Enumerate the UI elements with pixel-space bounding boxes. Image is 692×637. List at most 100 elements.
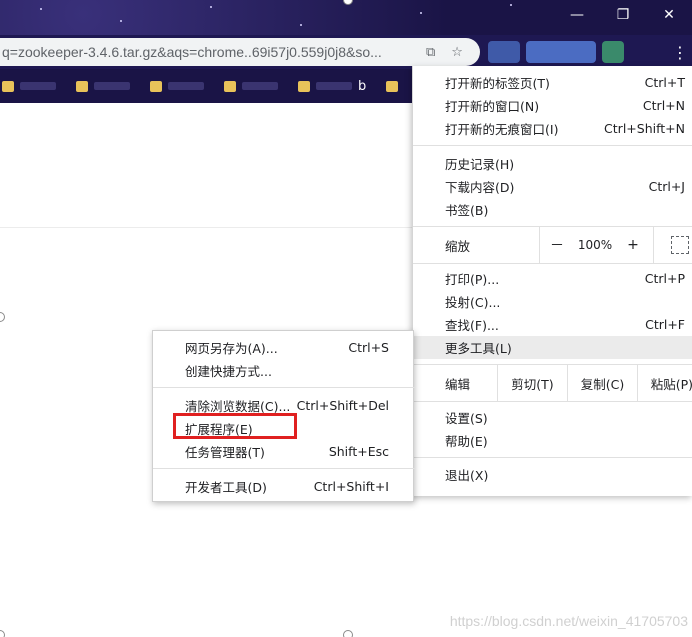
copy-button[interactable]: 复制(C) bbox=[567, 365, 637, 401]
menu-item-print[interactable]: 打印(P)... Ctrl+P bbox=[413, 267, 692, 290]
extension-icon[interactable] bbox=[488, 41, 520, 63]
menu-item-shortcut: Ctrl+S bbox=[348, 340, 389, 355]
bookmark-label bbox=[94, 82, 130, 90]
zoom-divider bbox=[653, 227, 654, 263]
star-decoration bbox=[120, 20, 122, 22]
menu-item-incognito[interactable]: 打开新的无痕窗口(I) Ctrl+Shift+N bbox=[413, 117, 692, 140]
menu-row-edit: 编辑 剪切(T) 复制(C) 粘贴(P) bbox=[413, 365, 692, 401]
bookmark-star-icon[interactable]: ☆ bbox=[451, 45, 463, 60]
minimize-button[interactable]: — bbox=[554, 0, 600, 30]
close-icon: ✕ bbox=[663, 7, 675, 23]
menu-item-shortcut: Ctrl+Shift+N bbox=[604, 121, 685, 136]
bookmark-folder[interactable] bbox=[386, 80, 399, 92]
bookmark-label bbox=[168, 82, 204, 90]
more-menu-icon[interactable]: ⋮ bbox=[672, 43, 688, 62]
menu-item-label: 打开新的无痕窗口(I) bbox=[445, 122, 559, 137]
bookmark-folder[interactable] bbox=[224, 80, 278, 92]
menu-item-shortcut: Ctrl+J bbox=[648, 179, 685, 194]
extension-icon[interactable] bbox=[602, 41, 624, 63]
menu-item-label: 退出(X) bbox=[445, 468, 489, 483]
menu-separator bbox=[413, 457, 692, 458]
menu-item-history[interactable]: 历史记录(H) bbox=[413, 152, 692, 175]
menu-item-new-tab[interactable]: 打开新的标签页(T) Ctrl+T bbox=[413, 71, 692, 94]
star-decoration bbox=[210, 6, 212, 8]
folder-icon bbox=[2, 80, 14, 92]
menu-item-label: 开发者工具(D) bbox=[185, 480, 267, 495]
menu-separator bbox=[413, 263, 692, 264]
menu-item-shortcut: Ctrl+P bbox=[644, 271, 685, 286]
submenu-item-create-shortcut[interactable]: 创建快捷方式... bbox=[153, 359, 415, 382]
menu-item-more-tools[interactable]: 更多工具(L) bbox=[413, 336, 692, 359]
resize-handle[interactable] bbox=[0, 312, 5, 322]
resize-handle[interactable] bbox=[0, 630, 5, 637]
folder-icon bbox=[224, 80, 236, 92]
folder-icon bbox=[150, 80, 162, 92]
submenu-item-dev-tools[interactable]: 开发者工具(D) Ctrl+Shift+I bbox=[153, 475, 415, 498]
menu-item-label: 帮助(E) bbox=[445, 434, 488, 449]
resize-handle[interactable] bbox=[343, 630, 353, 637]
bookmark-folder[interactable] bbox=[76, 80, 130, 92]
omnibox[interactable]: q=zookeeper-3.4.6.tar.gz&aqs=chrome..69i… bbox=[0, 38, 480, 66]
menu-item-label: 任务管理器(T) bbox=[185, 445, 265, 460]
url-text[interactable]: q=zookeeper-3.4.6.tar.gz&aqs=chrome..69i… bbox=[0, 44, 420, 60]
menu-item-label: 打开新的标签页(T) bbox=[445, 76, 550, 91]
star-decoration bbox=[420, 12, 422, 14]
zoom-divider bbox=[539, 227, 540, 263]
menu-item-exit[interactable]: 退出(X) bbox=[413, 463, 692, 486]
restore-button[interactable]: ❐ bbox=[600, 0, 646, 30]
menu-item-downloads[interactable]: 下载内容(D) Ctrl+J bbox=[413, 175, 692, 198]
extension-icon[interactable] bbox=[526, 41, 596, 63]
menu-item-cast[interactable]: 投射(C)... bbox=[413, 290, 692, 313]
menu-item-shortcut: Ctrl+F bbox=[645, 317, 685, 332]
menu-separator bbox=[413, 401, 692, 402]
translate-icon[interactable]: ⧉ bbox=[426, 45, 435, 60]
menu-separator bbox=[153, 387, 415, 388]
submenu-item-save-page[interactable]: 网页另存为(A)... Ctrl+S bbox=[153, 336, 415, 359]
close-button[interactable]: ✕ bbox=[646, 0, 692, 30]
fullscreen-icon[interactable] bbox=[671, 236, 689, 254]
submenu-item-task-manager[interactable]: 任务管理器(T) Shift+Esc bbox=[153, 440, 415, 463]
menu-item-label: 下载内容(D) bbox=[445, 180, 515, 195]
zoom-label: 缩放 bbox=[445, 238, 471, 254]
bookmark-label bbox=[20, 82, 56, 90]
menu-item-label: 创建快捷方式... bbox=[185, 364, 272, 379]
window-titlebar: — ❐ ✕ bbox=[0, 0, 692, 35]
menu-item-label: 历史记录(H) bbox=[445, 157, 515, 172]
menu-item-label: 查找(F)... bbox=[445, 318, 499, 333]
menu-separator bbox=[153, 468, 415, 469]
bookmark-folder[interactable]: b bbox=[298, 79, 366, 94]
menu-item-shortcut: Ctrl+Shift+I bbox=[313, 479, 389, 494]
menu-item-help[interactable]: 帮助(E) bbox=[413, 429, 692, 452]
star-decoration bbox=[510, 4, 512, 6]
bookmark-label bbox=[242, 82, 278, 90]
menu-item-new-window[interactable]: 打开新的窗口(N) Ctrl+N bbox=[413, 94, 692, 117]
cut-button[interactable]: 剪切(T) bbox=[497, 365, 567, 401]
menu-item-settings[interactable]: 设置(S) bbox=[413, 406, 692, 429]
star-decoration bbox=[40, 8, 42, 10]
menu-item-shortcut: Ctrl+Shift+Del bbox=[296, 398, 389, 413]
menu-item-shortcut: Shift+Esc bbox=[328, 444, 389, 459]
paste-button[interactable]: 粘贴(P) bbox=[637, 365, 692, 401]
menu-item-bookmarks[interactable]: 书签(B) bbox=[413, 198, 692, 221]
menu-item-label: 投射(C)... bbox=[445, 295, 501, 310]
folder-icon bbox=[386, 80, 399, 92]
highlight-annotation bbox=[173, 413, 297, 439]
folder-icon bbox=[76, 80, 88, 92]
menu-item-find[interactable]: 查找(F)... Ctrl+F bbox=[413, 313, 692, 336]
window-controls: — ❐ ✕ bbox=[554, 0, 692, 30]
zoom-in-button[interactable]: + bbox=[615, 237, 651, 253]
toolbar: q=zookeeper-3.4.6.tar.gz&aqs=chrome..69i… bbox=[0, 35, 692, 69]
watermark-text: https://blog.csdn.net/weixin_41705703 bbox=[449, 613, 688, 629]
bookmark-label bbox=[316, 82, 352, 90]
zoom-level: 100% bbox=[577, 238, 613, 252]
menu-item-label: 打开新的窗口(N) bbox=[445, 99, 540, 114]
menu-item-label: 设置(S) bbox=[445, 411, 488, 426]
zoom-out-button[interactable]: － bbox=[539, 235, 575, 255]
bookmark-folder[interactable] bbox=[2, 80, 56, 92]
menu-item-shortcut: Ctrl+T bbox=[644, 75, 685, 90]
page-divider bbox=[0, 227, 412, 228]
bookmark-folder[interactable] bbox=[150, 80, 204, 92]
menu-item-label: 书签(B) bbox=[445, 203, 489, 218]
extensions-area bbox=[488, 41, 624, 63]
menu-item-label: 更多工具(L) bbox=[445, 341, 512, 356]
